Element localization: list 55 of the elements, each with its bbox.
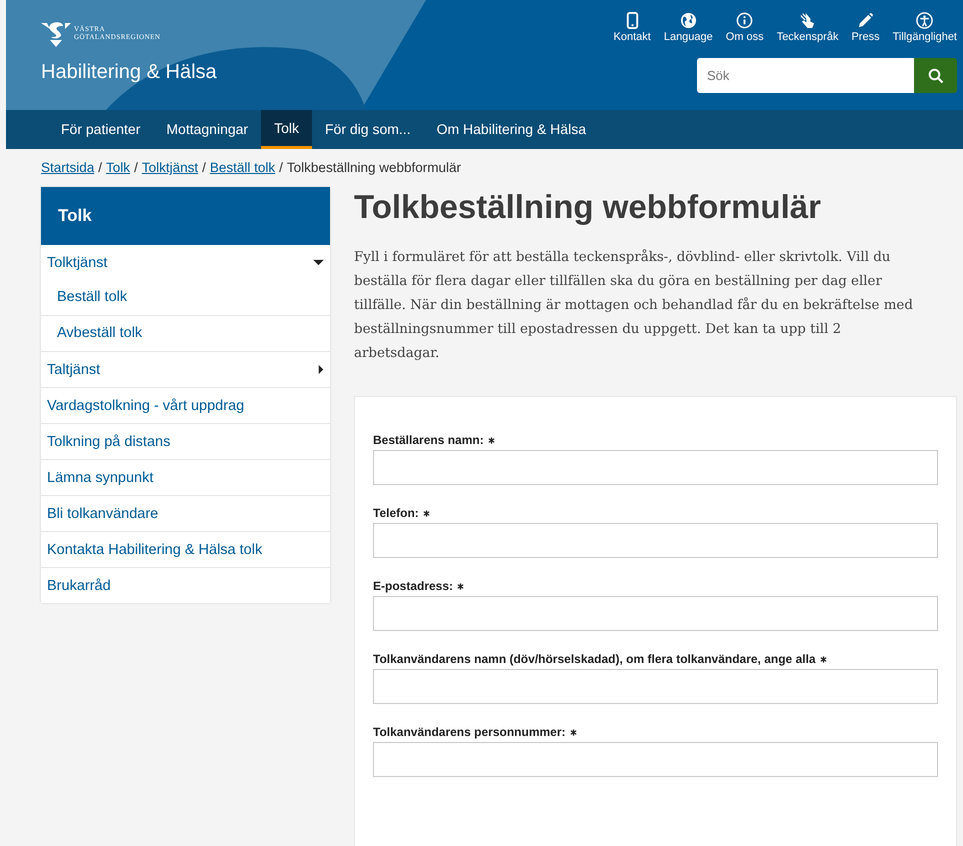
top-link[interactable]: Kontakt [614,12,651,43]
sidebar-subitem[interactable]: Beställ tolk [41,280,330,315]
info-icon [736,12,754,29]
nav-tab[interactable]: Tolk [261,110,312,149]
sidebar-subitem[interactable]: Avbeställ tolk [41,315,330,351]
hands-icon [799,12,816,29]
sidebar-item[interactable]: Brukarråd [41,567,330,603]
top-link[interactable]: Om oss [726,12,764,43]
top-link[interactable]: Tillgänglighet [892,12,957,43]
input-field[interactable] [373,742,938,777]
breadcrumb-separator: / [134,160,138,175]
top-link[interactable]: Press [851,12,880,43]
breadcrumb-link[interactable]: Tolktjänst [142,160,198,175]
nav-tab[interactable]: För patienter [48,110,154,149]
search-field[interactable]: Sök [697,58,914,93]
search-icon [928,68,944,84]
field-label: Tolkanvändarens personnummer: [373,725,566,739]
nav-tab[interactable]: För dig som... [312,110,424,149]
breadcrumb-current: Tolkbeställning webbformulär [286,160,462,175]
caret-right-icon [318,364,324,375]
sidebar-item[interactable]: Vardagstolkning - vårt uppdrag [41,387,330,423]
field-label: Telefon: [373,506,419,520]
nav-tab[interactable]: Om Habilitering & Hälsa [424,110,599,149]
top-link[interactable]: Teckenspråk [776,12,838,43]
pencil-icon [857,12,874,29]
sidebar-item[interactable]: Tolktjänst [41,245,330,280]
sidebar-item[interactable]: Lämna synpunkt [41,459,330,495]
field-label: E-postadress: [373,579,454,593]
breadcrumb-separator: / [202,160,206,175]
breadcrumb-separator: / [98,160,102,175]
breadcrumb-separator: / [279,160,283,175]
accessibility-icon [916,12,934,29]
sidebar-title: Tolk [41,187,330,245]
breadcrumb-link[interactable]: Beställ tolk [210,160,276,175]
caret-down-icon [313,259,324,266]
logo-icon[interactable] [41,22,71,48]
input-field[interactable] [373,596,938,631]
input-field[interactable] [373,669,938,704]
field-label: Tolkanvändarens namn (döv/hörselskadad), om flera tolkanvändare, ange alla [373,652,816,666]
input-field[interactable] [373,450,938,485]
search-button[interactable] [914,58,957,93]
breadcrumb-link[interactable]: Tolk [106,160,130,175]
nav-tab[interactable]: Mottagningar [153,110,262,149]
globe-icon [680,12,697,29]
input-field[interactable] [373,523,938,558]
sidebar-item[interactable]: Kontakta Habilitering & Hälsa tolk [41,531,330,567]
site-title[interactable]: Habilitering & Hälsa [41,61,217,84]
top-link[interactable]: Language [664,12,713,43]
sidebar-item[interactable]: Tolkning på distans [41,423,330,459]
sidebar-item[interactable]: Bli tolkanvändare [41,495,330,531]
field-label: Beställarens namn: [373,433,484,447]
page-title: Tolkbeställning webbformulär [354,187,822,227]
breadcrumb-link[interactable]: Startsida [41,160,94,175]
sidebar-item[interactable]: Taltjänst [41,351,330,387]
intro-paragraph: Fyll i formuläret för att beställa teckenspråks-, dövblind- eller skrivtolk. Vill du beställa för flera dagar eller tillfällen ska du göra en beställning per dag eller tillfälle. När din beställning är mottagen och behandlad får du en bekräftelse med beställningsnummer till epostadressen du uppgett. Det kan ta upp till 2 arbetsdagar. [354,248,914,363]
